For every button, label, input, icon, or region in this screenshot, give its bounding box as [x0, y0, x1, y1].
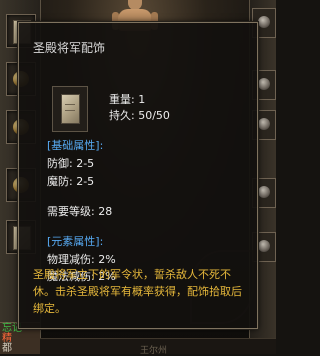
basic-attributes-header: [基础属性]:	[47, 139, 104, 152]
defense-stat: 防御: 2-5	[47, 157, 95, 170]
chat-line-3: 都	[2, 343, 12, 354]
bottom-bar-text: 王尔州	[140, 346, 168, 356]
item-icon-frame	[52, 86, 88, 132]
gem-icon	[258, 118, 270, 130]
gem-icon	[258, 78, 270, 90]
scroll-icon	[61, 94, 80, 124]
element-attributes-header: [元素属性]:	[47, 235, 104, 248]
item-weight: 重量: 1	[109, 93, 146, 106]
magic-defense-stat: 魔防: 2-5	[47, 175, 95, 188]
gem-icon	[258, 240, 270, 252]
item-tooltip: 圣殿将军配饰 重量: 1 持久: 50/50 [基础属性]: 防御: 2-5 魔…	[18, 22, 258, 329]
item-description: 圣殿将军立下的军令状，誓杀敌人不死不休。击杀圣殿将军有概率获得，配饰拾取后绑定。	[33, 268, 242, 315]
item-name: 圣殿将军配饰	[33, 41, 106, 55]
gem-icon	[258, 16, 270, 28]
gem-icon	[258, 186, 270, 198]
bottom-bar: 王尔州	[40, 338, 276, 356]
item-durability: 持久: 50/50	[109, 109, 170, 122]
required-level: 需要等级: 28	[47, 205, 113, 218]
